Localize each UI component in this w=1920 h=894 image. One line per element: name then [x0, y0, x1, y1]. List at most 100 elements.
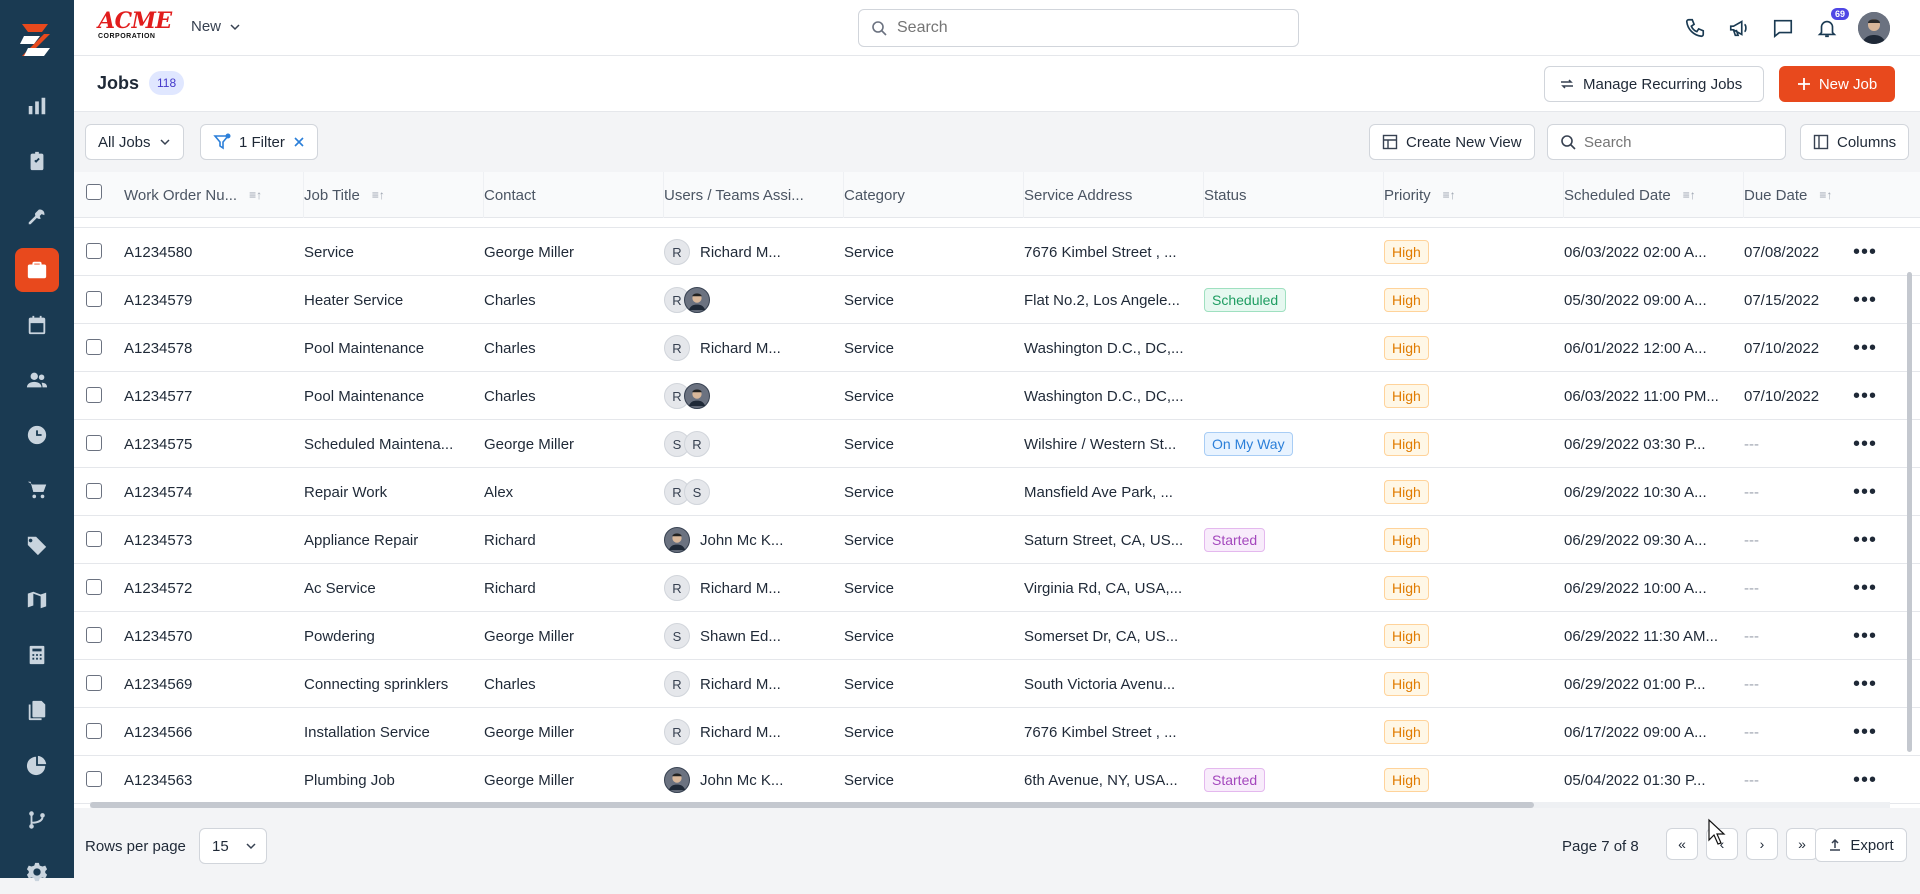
col-work-order[interactable]: Work Order Nu... ≡↑	[124, 172, 304, 218]
sidebar-item-tools[interactable]	[15, 194, 59, 238]
global-search[interactable]	[858, 9, 1299, 47]
col-scheduled-date[interactable]: Scheduled Date ≡↑	[1564, 172, 1744, 218]
last-page-button[interactable]: »	[1786, 828, 1818, 860]
table-row[interactable]: A1234578 Pool Maintenance Charles R Richard …	[74, 324, 1920, 372]
contact-cell: George Miller	[484, 243, 575, 261]
row-checkbox[interactable]	[86, 339, 102, 355]
sidebar-item-jobs[interactable]	[15, 248, 59, 292]
create-new-view-button[interactable]: Create New View	[1369, 124, 1535, 160]
sidebar-item-contacts[interactable]	[15, 358, 59, 402]
first-page-button[interactable]: «	[1666, 828, 1698, 860]
row-actions-menu-icon[interactable]: •••	[1853, 626, 1877, 646]
col-status[interactable]: Status	[1204, 172, 1384, 218]
table-row[interactable]: A1234577 Pool Maintenance Charles R Service W…	[74, 372, 1920, 420]
row-actions-menu-icon[interactable]: •••	[1853, 242, 1877, 262]
scheduled-date-cell: 06/03/2022 02:00 A...	[1564, 243, 1707, 261]
phone-button[interactable]	[1681, 14, 1709, 42]
sidebar-item-reports[interactable]	[15, 84, 59, 128]
col-service-address[interactable]: Service Address	[1024, 172, 1204, 218]
col-contact[interactable]: Contact	[484, 172, 664, 218]
sort-icon[interactable]: ≡↑	[1819, 188, 1832, 202]
horizontal-scrollbar[interactable]	[90, 802, 1890, 808]
filter-chip[interactable]: 1 Filter	[200, 124, 318, 160]
col-due-date[interactable]: Due Date ≡↑	[1744, 172, 1840, 218]
sidebar-item-timesheets[interactable]	[15, 413, 59, 457]
table-row[interactable]: A1234574 Repair Work Alex R S Service Mansfiel…	[74, 468, 1920, 516]
new-dropdown[interactable]: New	[191, 18, 241, 35]
messages-button[interactable]	[1769, 14, 1797, 42]
row-actions-menu-icon[interactable]: •••	[1853, 530, 1877, 550]
row-actions-menu-icon[interactable]: •••	[1853, 338, 1877, 358]
vertical-scroll-thumb[interactable]	[1907, 272, 1912, 752]
row-actions-menu-icon[interactable]: •••	[1853, 434, 1877, 454]
col-priority[interactable]: Priority ≡↑	[1384, 172, 1564, 218]
row-checkbox[interactable]	[86, 483, 102, 499]
row-actions-menu-icon[interactable]: •••	[1853, 482, 1877, 502]
table-row[interactable]: A1234580 Service George Miller R Richard M..…	[74, 228, 1920, 276]
row-checkbox[interactable]	[86, 291, 102, 307]
columns-button[interactable]: Columns	[1800, 124, 1910, 160]
sidebar-item-documents[interactable]	[15, 688, 59, 732]
table-row[interactable]: A1234572 Ac Service Richard R Richard M... Se…	[74, 564, 1920, 612]
row-actions-menu-icon[interactable]: •••	[1853, 722, 1877, 742]
sidebar-item-workflows[interactable]	[15, 798, 59, 842]
sidebar-item-pricing[interactable]	[15, 523, 59, 567]
notifications-button[interactable]: 69	[1813, 8, 1849, 42]
table-row[interactable]: A1234566 Installation Service George Mille…	[74, 708, 1920, 756]
manage-recurring-jobs-button[interactable]: Manage Recurring Jobs	[1544, 66, 1764, 102]
sort-icon[interactable]: ≡↑	[1683, 188, 1696, 202]
table-search[interactable]	[1547, 124, 1786, 160]
sidebar-item-store[interactable]	[15, 468, 59, 512]
row-actions-menu-icon[interactable]: •••	[1853, 770, 1877, 790]
row-checkbox[interactable]	[86, 675, 102, 691]
table-search-input[interactable]	[1584, 133, 1774, 151]
logo-icon[interactable]	[14, 18, 58, 62]
table-row[interactable]: A1234575 Scheduled Maintena... George Mill…	[74, 420, 1920, 468]
user-avatar[interactable]	[1858, 12, 1890, 44]
rows-per-page-select[interactable]: 15	[199, 828, 267, 864]
col-category[interactable]: Category	[844, 172, 1024, 218]
row-checkbox[interactable]	[86, 435, 102, 451]
select-all-checkbox[interactable]	[86, 184, 102, 200]
assigned-users-cell: R	[664, 276, 839, 324]
clock-icon	[27, 425, 47, 445]
sidebar-item-settings[interactable]	[15, 850, 59, 894]
sidebar-item-map[interactable]	[15, 578, 59, 622]
col-job-title[interactable]: Job Title ≡↑	[304, 172, 484, 218]
row-checkbox[interactable]	[86, 723, 102, 739]
row-checkbox[interactable]	[86, 579, 102, 595]
row-actions-menu-icon[interactable]: •••	[1853, 578, 1877, 598]
sort-icon[interactable]: ≡↑	[372, 188, 385, 202]
row-checkbox[interactable]	[86, 771, 102, 787]
table-row[interactable]: A1234569 Connecting sprinklers Charles R Ric…	[74, 660, 1920, 708]
export-button[interactable]: Export	[1815, 828, 1907, 862]
table-row[interactable]: A1234573 Appliance Repair Richard John Mc K…	[74, 516, 1920, 564]
table-row[interactable]: A1234570 Powdering George Miller S Shawn Ed.…	[74, 612, 1920, 660]
sidebar-item-tasks[interactable]	[15, 139, 59, 183]
new-job-button[interactable]: New Job	[1779, 66, 1895, 102]
sidebar-item-analytics[interactable]	[15, 743, 59, 787]
brand-logo[interactable]: ACME CORPORATION	[98, 10, 172, 44]
row-actions-menu-icon[interactable]: •••	[1853, 290, 1877, 310]
row-checkbox[interactable]	[86, 243, 102, 259]
next-page-button[interactable]: ›	[1746, 828, 1778, 860]
sort-icon[interactable]: ≡↑	[249, 188, 262, 202]
col-users-teams[interactable]: Users / Teams Assi...	[664, 172, 844, 218]
table-footer: Rows per page 15 Page 7 of 8 « ‹ › » Exp…	[74, 818, 1920, 878]
global-search-input[interactable]	[897, 19, 1277, 37]
row-checkbox[interactable]	[86, 531, 102, 547]
view-selector[interactable]: All Jobs	[85, 124, 184, 160]
scheduled-date-cell: 06/29/2022 09:30 A...	[1564, 531, 1707, 549]
row-actions-menu-icon[interactable]: •••	[1853, 674, 1877, 694]
row-checkbox[interactable]	[86, 387, 102, 403]
announcements-button[interactable]	[1725, 14, 1753, 42]
sidebar-item-estimates[interactable]	[15, 633, 59, 677]
row-actions-menu-icon[interactable]: •••	[1853, 386, 1877, 406]
horizontal-scroll-thumb[interactable]	[90, 802, 1534, 808]
table-row[interactable]: A1234579 Heater Service Charles R Service Fla…	[74, 276, 1920, 324]
table-row[interactable]: A1234563 Plumbing Job George Miller John Mc…	[74, 756, 1920, 804]
close-icon[interactable]	[293, 136, 305, 148]
sidebar-item-calendar[interactable]	[15, 303, 59, 347]
row-checkbox[interactable]	[86, 627, 102, 643]
sort-icon[interactable]: ≡↑	[1443, 188, 1456, 202]
